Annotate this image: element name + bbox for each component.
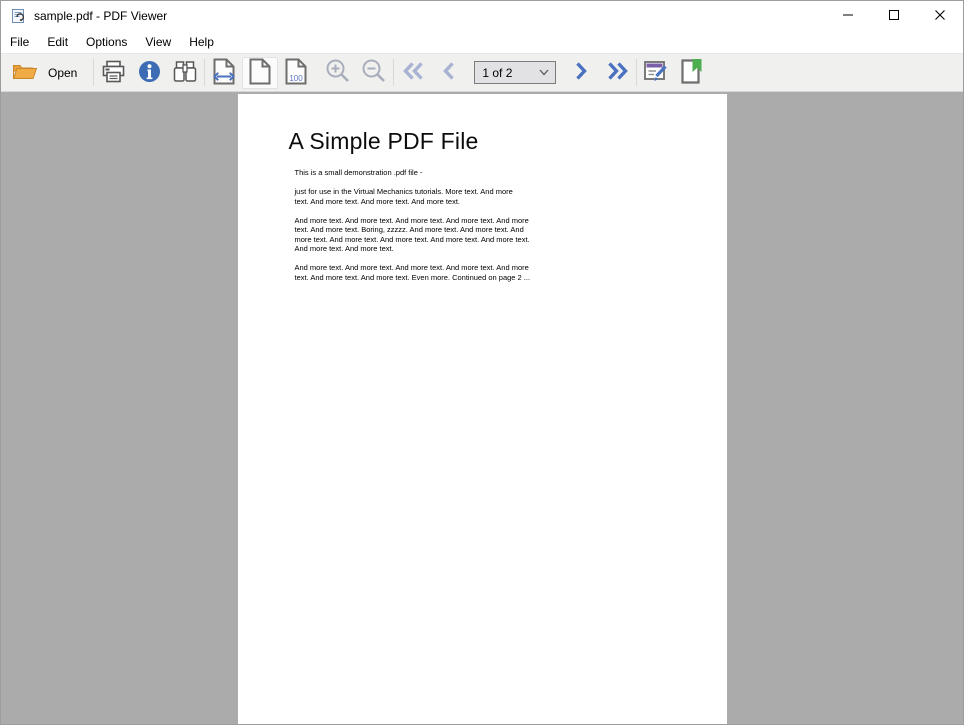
page-fit-width-icon — [212, 58, 236, 88]
binoculars-icon — [172, 60, 198, 86]
menubar: File Edit Options View Help — [1, 31, 963, 53]
minimize-icon — [842, 9, 854, 24]
page-indicator: 1 of 2 — [482, 66, 539, 80]
svg-text:100: 100 — [290, 74, 304, 83]
titlebar: sample.pdf - PDF Viewer — [1, 1, 963, 31]
double-chevron-left-icon — [401, 61, 426, 84]
pdf-viewer-window: sample.pdf - PDF Viewer File Edit Optio — [0, 0, 964, 725]
page-number-select[interactable]: 1 of 2 — [474, 61, 556, 84]
actual-size-button[interactable]: 100 — [278, 57, 314, 89]
chevron-right-icon — [573, 61, 589, 84]
maximize-icon — [888, 9, 900, 24]
toolbar-separator — [636, 59, 637, 86]
next-page-button[interactable] — [563, 57, 599, 89]
prev-page-button[interactable] — [431, 57, 467, 89]
annotations-button[interactable] — [638, 57, 674, 89]
menu-options[interactable]: Options — [77, 33, 136, 51]
zoom-out-button[interactable] — [356, 57, 392, 89]
menu-edit[interactable]: Edit — [38, 33, 77, 51]
print-button[interactable] — [95, 57, 131, 89]
maximize-button[interactable] — [871, 1, 917, 31]
search-button[interactable] — [167, 57, 203, 89]
chevron-left-icon — [441, 61, 457, 84]
close-icon — [934, 9, 946, 24]
info-circle-icon — [138, 60, 161, 86]
folder-open-icon — [12, 61, 38, 85]
info-button[interactable] — [131, 57, 167, 89]
toolbar-separator — [393, 59, 394, 86]
zoom-in-button[interactable] — [320, 57, 356, 89]
note-edit-icon — [643, 59, 670, 87]
last-page-button[interactable] — [599, 57, 635, 89]
close-button[interactable] — [917, 1, 963, 31]
menu-file[interactable]: File — [1, 33, 38, 51]
toolbar-separator — [204, 59, 205, 86]
printer-icon — [101, 59, 126, 87]
magnifier-plus-icon — [325, 58, 351, 87]
pdf-paragraph: And more text. And more text. And more t… — [295, 263, 727, 282]
pdf-paragraph: just for use in the Virtual Mechanics tu… — [295, 187, 727, 206]
menu-view[interactable]: View — [136, 33, 180, 51]
window-title: sample.pdf - PDF Viewer — [34, 9, 167, 23]
pdf-body-text: This is a small demonstration .pdf file … — [295, 168, 727, 282]
window-controls — [825, 1, 963, 31]
pdf-paragraph: And more text. And more text. And more t… — [295, 216, 727, 254]
bookmarks-button[interactable] — [674, 57, 710, 89]
pdf-title: A Simple PDF File — [289, 128, 727, 154]
document-viewport[interactable]: A Simple PDF File This is a small demons… — [1, 92, 963, 724]
toolbar: Open — [1, 53, 963, 92]
chevron-down-icon — [539, 69, 549, 76]
pdf-page: A Simple PDF File This is a small demons… — [238, 94, 727, 724]
magnifier-minus-icon — [361, 58, 387, 87]
page-100-icon: 100 — [284, 58, 308, 88]
first-page-button[interactable] — [395, 57, 431, 89]
fit-width-button[interactable] — [206, 57, 242, 89]
page-bookmark-icon — [680, 58, 704, 88]
pdf-app-icon — [10, 8, 26, 24]
open-button[interactable]: Open — [3, 57, 92, 89]
fit-page-button[interactable] — [242, 57, 278, 89]
double-chevron-right-icon — [605, 61, 630, 84]
open-button-label: Open — [48, 66, 77, 80]
page-fit-icon — [248, 58, 272, 88]
pdf-paragraph: This is a small demonstration .pdf file … — [295, 168, 727, 178]
menu-help[interactable]: Help — [180, 33, 223, 51]
minimize-button[interactable] — [825, 1, 871, 31]
toolbar-separator — [93, 59, 94, 86]
